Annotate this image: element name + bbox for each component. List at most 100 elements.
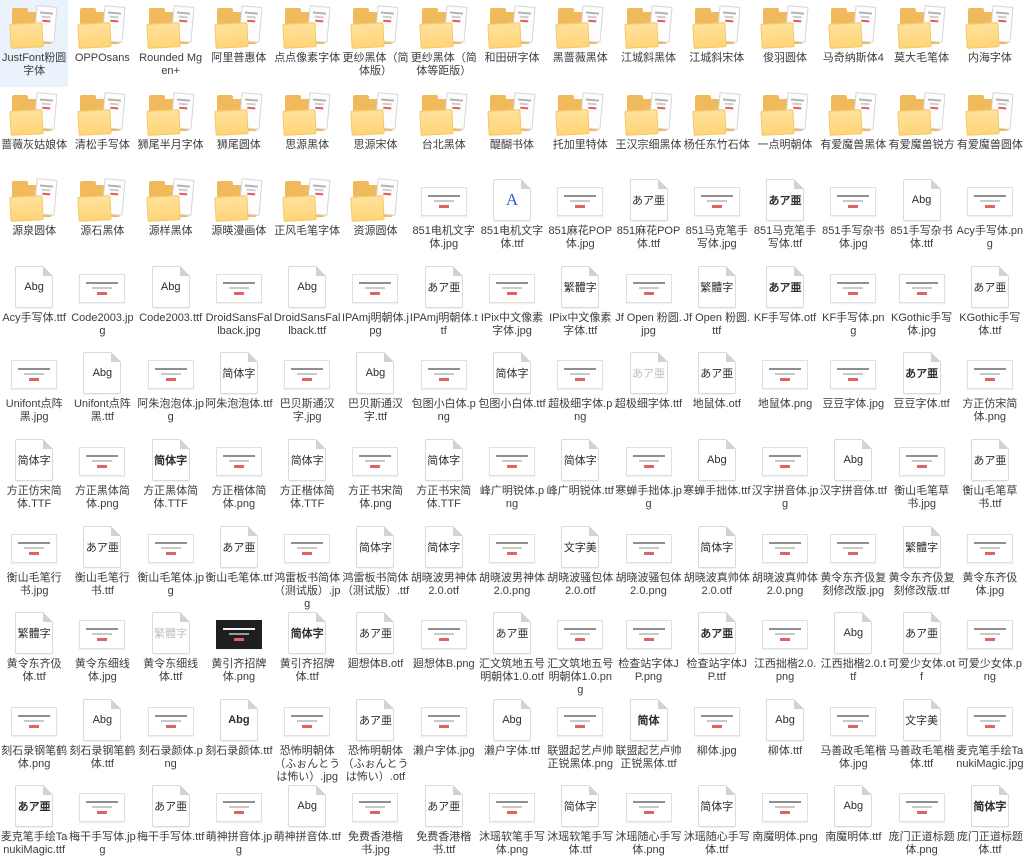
file-item[interactable]: 繁體字黄令东齐伋体.ttf: [0, 606, 68, 693]
file-item[interactable]: Abg寒蝉手拙体.ttf: [683, 433, 751, 520]
file-item[interactable]: 方正书宋简体.png: [341, 433, 409, 520]
file-item[interactable]: あア亜豆豆字体.ttf: [887, 346, 955, 433]
file-item[interactable]: 恐怖明朝体（ふぉんとうは怖い）.jpg: [273, 693, 341, 780]
file-item[interactable]: 廻想体B.png: [410, 606, 478, 693]
file-item[interactable]: 851电机文字体.jpg: [410, 173, 478, 260]
file-item[interactable]: あア亜恐怖明朝体（ふぉんとうは怖い）.otf: [341, 693, 409, 780]
folder-item[interactable]: 内海字体: [956, 0, 1024, 87]
file-item[interactable]: 胡晓波真帅体2.0.png: [751, 520, 819, 607]
folder-item[interactable]: 点点像素字体: [273, 0, 341, 87]
file-item[interactable]: 方正黑体简体.png: [68, 433, 136, 520]
file-item[interactable]: Abg刻石录钢笔鹤体.ttf: [68, 693, 136, 780]
folder-item[interactable]: 杨任东竹石体: [683, 87, 751, 174]
folder-item[interactable]: 思源宋体: [341, 87, 409, 174]
file-item[interactable]: 简体字包图小白体.ttf: [478, 346, 546, 433]
file-item[interactable]: Jf Open 粉圆.jpg: [614, 260, 682, 347]
folder-item[interactable]: 有爱魔兽黑体: [819, 87, 887, 174]
folder-item[interactable]: 蔷薇灰姑娘体: [0, 87, 68, 174]
file-item[interactable]: Abg江西拙楷2.0.ttf: [819, 606, 887, 693]
file-item[interactable]: あア亜廻想体B.otf: [341, 606, 409, 693]
file-item[interactable]: あア亜地鼠体.otf: [683, 346, 751, 433]
file-item[interactable]: Abg851手写杂书体.ttf: [887, 173, 955, 260]
file-item[interactable]: 简体字胡晓波男神体2.0.otf: [410, 520, 478, 607]
file-item[interactable]: 地鼠体.png: [751, 346, 819, 433]
file-item[interactable]: 鸿雷板书简体（测试版）.jpg: [273, 520, 341, 607]
file-item[interactable]: 衡山毛笔行书.jpg: [0, 520, 68, 607]
file-item[interactable]: あア亜衡山毛笔体.ttf: [205, 520, 273, 607]
folder-item[interactable]: OPPOsans: [68, 0, 136, 87]
file-item[interactable]: 简体字沐瑶软笔手写体.ttf: [546, 779, 614, 866]
file-item[interactable]: AbgAcy手写体.ttf: [0, 260, 68, 347]
file-item[interactable]: 沐瑶软笔手写体.png: [478, 779, 546, 866]
file-item[interactable]: 汉字拼音体.jpg: [751, 433, 819, 520]
file-item[interactable]: 柳体.jpg: [683, 693, 751, 780]
file-item[interactable]: 豆豆字体.jpg: [819, 346, 887, 433]
folder-item[interactable]: 王汉宗细黑体: [614, 87, 682, 174]
file-item[interactable]: 简体字方正黑体简体.TTF: [137, 433, 205, 520]
file-item[interactable]: 可爱少女体.png: [956, 606, 1024, 693]
file-item[interactable]: 繁體字黄令东细线体.ttf: [137, 606, 205, 693]
file-item[interactable]: 简体字方正仿宋简体.TTF: [0, 433, 68, 520]
file-item[interactable]: IPix中文像素字体.jpg: [478, 260, 546, 347]
folder-item[interactable]: 江城斜宋体: [683, 0, 751, 87]
file-item[interactable]: 黄令东齐伋体.jpg: [956, 520, 1024, 607]
file-item[interactable]: 包图小白体.png: [410, 346, 478, 433]
file-item[interactable]: 繁體字IPix中文像素字体.ttf: [546, 260, 614, 347]
folder-item[interactable]: 俊羽圆体: [751, 0, 819, 87]
file-item[interactable]: あア亜851麻花POP体.ttf: [614, 173, 682, 260]
file-item[interactable]: Abg南魔明体.ttf: [819, 779, 887, 866]
file-item[interactable]: 简体字鸿雷板书简体（测试版）.ttf: [341, 520, 409, 607]
file-item[interactable]: 寒蝉手拙体.jpg: [614, 433, 682, 520]
file-item[interactable]: Abg刻石录颜体.ttf: [205, 693, 273, 780]
file-item[interactable]: あア亜麦克笔手绘TanukiMagic.ttf: [0, 779, 68, 866]
file-item[interactable]: Abg萌神拼音体.ttf: [273, 779, 341, 866]
file-item[interactable]: 麦克笔手绘TanukiMagic.jpg: [956, 693, 1024, 780]
file-item[interactable]: 简体联盟起艺卢帅正锐黑体.ttf: [614, 693, 682, 780]
file-item[interactable]: AbgUnifont点阵黑.ttf: [68, 346, 136, 433]
file-item[interactable]: 刻石录颜体.png: [137, 693, 205, 780]
file-item[interactable]: 简体字阿朱泡泡体.ttf: [205, 346, 273, 433]
file-item[interactable]: 繁體字Jf Open 粉圆.ttf: [683, 260, 751, 347]
file-item[interactable]: 沐瑶随心手写体.png: [614, 779, 682, 866]
file-item[interactable]: あア亜851马克笔手写体.ttf: [751, 173, 819, 260]
file-item[interactable]: 梅干手写体.jpg: [68, 779, 136, 866]
file-item[interactable]: あア亜检查站字体JP.ttf: [683, 606, 751, 693]
file-item[interactable]: 胡晓波骚包体2.0.png: [614, 520, 682, 607]
file-item[interactable]: 萌神拼音体.jpg: [205, 779, 273, 866]
file-item[interactable]: 简体字峰广明锐体.ttf: [546, 433, 614, 520]
folder-item[interactable]: 有爱魔兽锐方: [887, 87, 955, 174]
folder-item[interactable]: 思源黑体: [273, 87, 341, 174]
folder-item[interactable]: Rounded Mgen+: [137, 0, 205, 87]
folder-item[interactable]: 狮尾半月字体: [137, 87, 205, 174]
file-item[interactable]: KGothic手写体.jpg: [887, 260, 955, 347]
file-item[interactable]: Abg巴贝斯通汉字.ttf: [341, 346, 409, 433]
file-item[interactable]: A851电机文字体.ttf: [478, 173, 546, 260]
file-item[interactable]: 简体字庞门正道标题体.ttf: [956, 779, 1024, 866]
folder-item[interactable]: 更纱黑体（简体版）: [341, 0, 409, 87]
folder-item[interactable]: 源泉圆体: [0, 173, 68, 260]
file-item[interactable]: 黄令东齐伋复刻修改版.jpg: [819, 520, 887, 607]
folder-item[interactable]: 源暎漫画体: [205, 173, 273, 260]
folder-item[interactable]: 更纱黑体（简体等距版）: [410, 0, 478, 87]
folder-item[interactable]: 托加里特体: [546, 87, 614, 174]
folder-item[interactable]: 江城斜黑体: [614, 0, 682, 87]
file-item[interactable]: 庞门正道标题体.png: [887, 779, 955, 866]
file-item[interactable]: 濑户字体.jpg: [410, 693, 478, 780]
file-item[interactable]: 简体字胡晓波真帅体2.0.otf: [683, 520, 751, 607]
file-item[interactable]: 黄引齐招牌体.png: [205, 606, 273, 693]
file-item[interactable]: あア亜KF手写体.otf: [751, 260, 819, 347]
file-item[interactable]: 江西拙楷2.0.png: [751, 606, 819, 693]
file-item[interactable]: あア亜可爱少女体.otf: [887, 606, 955, 693]
file-item[interactable]: KF手写体.png: [819, 260, 887, 347]
file-item[interactable]: 方正仿宋简体.png: [956, 346, 1024, 433]
file-item[interactable]: 阿朱泡泡体.jpg: [137, 346, 205, 433]
file-item[interactable]: Abg濑户字体.ttf: [478, 693, 546, 780]
file-item[interactable]: あア亜衡山毛笔草书.ttf: [956, 433, 1024, 520]
file-item[interactable]: 851手写杂书体.jpg: [819, 173, 887, 260]
file-item[interactable]: 方正楷体简体.png: [205, 433, 273, 520]
folder-item[interactable]: 源石黑体: [68, 173, 136, 260]
folder-item[interactable]: 狮尾圆体: [205, 87, 273, 174]
file-item[interactable]: Abg柳体.ttf: [751, 693, 819, 780]
file-item[interactable]: 繁體字黄令东齐伋复刻修改版.ttf: [887, 520, 955, 607]
file-item[interactable]: AbgDroidSansFallback.ttf: [273, 260, 341, 347]
